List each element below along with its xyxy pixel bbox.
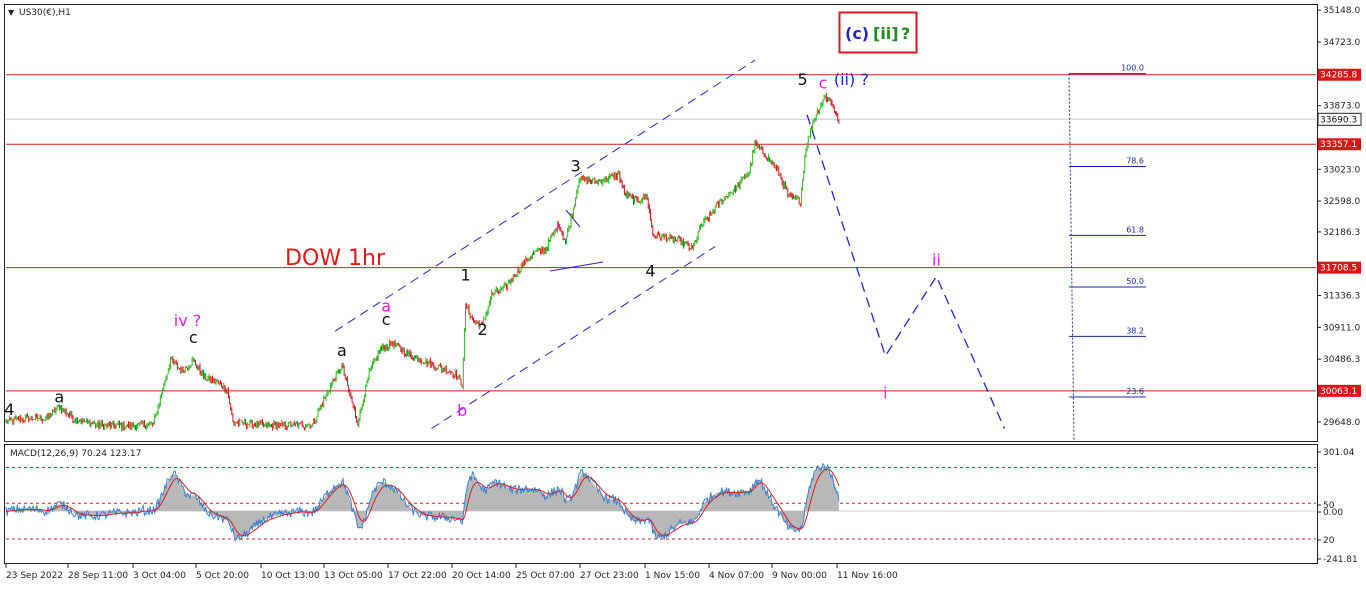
macd-tick-label: -241.81 (1323, 555, 1358, 565)
level-price-label: 30063.1 (1320, 387, 1357, 397)
price-tick-label: 30911.0 (1323, 323, 1360, 333)
wave-label: i (883, 384, 887, 403)
wave-label: c (382, 310, 391, 329)
wave-label: c (189, 328, 198, 347)
macd-tick-label: 0.00 (1323, 508, 1343, 518)
price-tick-label: 29648.0 (1323, 418, 1360, 428)
price-chart[interactable]: 100.078.661.850.038.223.6 4aiv ?caacb123… (0, 0, 1366, 588)
wave-label: 2 (477, 320, 487, 339)
level-price-label: 31708.5 (1320, 264, 1357, 274)
wave-label: a (337, 341, 347, 360)
price-tick-label: 34723.0 (1323, 38, 1360, 48)
price-tick-label: 33873.0 (1323, 102, 1360, 112)
time-tick-label: 20 Oct 14:00 (452, 571, 511, 581)
price-tick-label: 35148.0 (1323, 6, 1360, 16)
scenario-box-wave: [ii] (873, 24, 899, 43)
wave-label: iv ? (174, 311, 202, 330)
price-tick-label: 30486.3 (1323, 355, 1360, 365)
price-tick-label: 31336.3 (1323, 292, 1360, 302)
wave-label: c (819, 74, 828, 93)
time-tick-label: 11 Nov 16:00 (837, 571, 898, 581)
time-tick-label: 9 Nov 00:00 (772, 571, 827, 581)
wave-label: 3 (571, 157, 581, 176)
fib-level-label: 100.0 (1121, 64, 1144, 73)
wave-label: 5 (797, 70, 807, 89)
time-tick-label: 25 Oct 07:00 (516, 571, 575, 581)
fib-level-label: 78.6 (1126, 156, 1144, 165)
fib-level-label: 38.2 (1126, 326, 1144, 335)
level-price-label: 34285.8 (1320, 71, 1357, 81)
time-tick-label: 4 Nov 07:00 (709, 571, 764, 581)
symbol-label: US30(€),H1 (19, 8, 71, 18)
fib-level-label: 23.6 (1126, 387, 1144, 396)
scenario-box: (c) [ii] ? (838, 11, 918, 54)
level-price-label: 33357.1 (1320, 140, 1357, 150)
wave-label: (ii) ? (834, 70, 869, 89)
time-tick-label: 23 Sep 2022 (6, 571, 63, 581)
fib-level-label: 61.8 (1126, 225, 1144, 234)
price-tick-label: 32186.3 (1323, 228, 1360, 238)
wave-label: ii (932, 250, 941, 269)
current-price-label: 33690.3 (1320, 115, 1357, 125)
scenario-box-c: (c) (845, 24, 869, 43)
wave-label: 4 (4, 400, 14, 419)
wave-label: a (54, 387, 64, 406)
time-tick-label: 28 Sep 11:00 (68, 571, 128, 581)
time-tick-label: 5 Oct 20:00 (196, 571, 249, 581)
wave-label: 1 (460, 265, 470, 284)
price-tick-label: 33023.0 (1323, 165, 1360, 175)
macd-label: MACD(12,26,9) 70.24 123.17 (10, 449, 141, 459)
fib-level-label: 50.0 (1126, 277, 1144, 286)
time-tick-label: 10 Oct 13:00 (261, 571, 320, 581)
scenario-box-question: ? (901, 24, 910, 43)
time-tick-label: 17 Oct 22:00 (388, 571, 447, 581)
time-tick-label: 13 Oct 05:00 (324, 571, 383, 581)
macd-tick-label: 20 (1323, 536, 1335, 546)
wave-label: b (457, 401, 467, 420)
time-tick-label: 1 Nov 15:00 (645, 571, 700, 581)
chart-root: 100.0 78.6 61.8 50.0 38.2 23.6 4 a iv ? c a a c b 1 2 3… (0, 0, 1366, 588)
chart-title: DOW 1hr (285, 246, 386, 271)
price-tick-label: 32598.0 (1323, 197, 1360, 207)
symbol-dropdown-icon[interactable]: ▼ (8, 8, 15, 17)
wave-label: 4 (645, 262, 655, 281)
time-tick-label: 27 Oct 23:00 (580, 571, 639, 581)
macd-tick-label: 301.04 (1323, 448, 1355, 458)
time-tick-label: 3 Oct 04:00 (133, 571, 186, 581)
